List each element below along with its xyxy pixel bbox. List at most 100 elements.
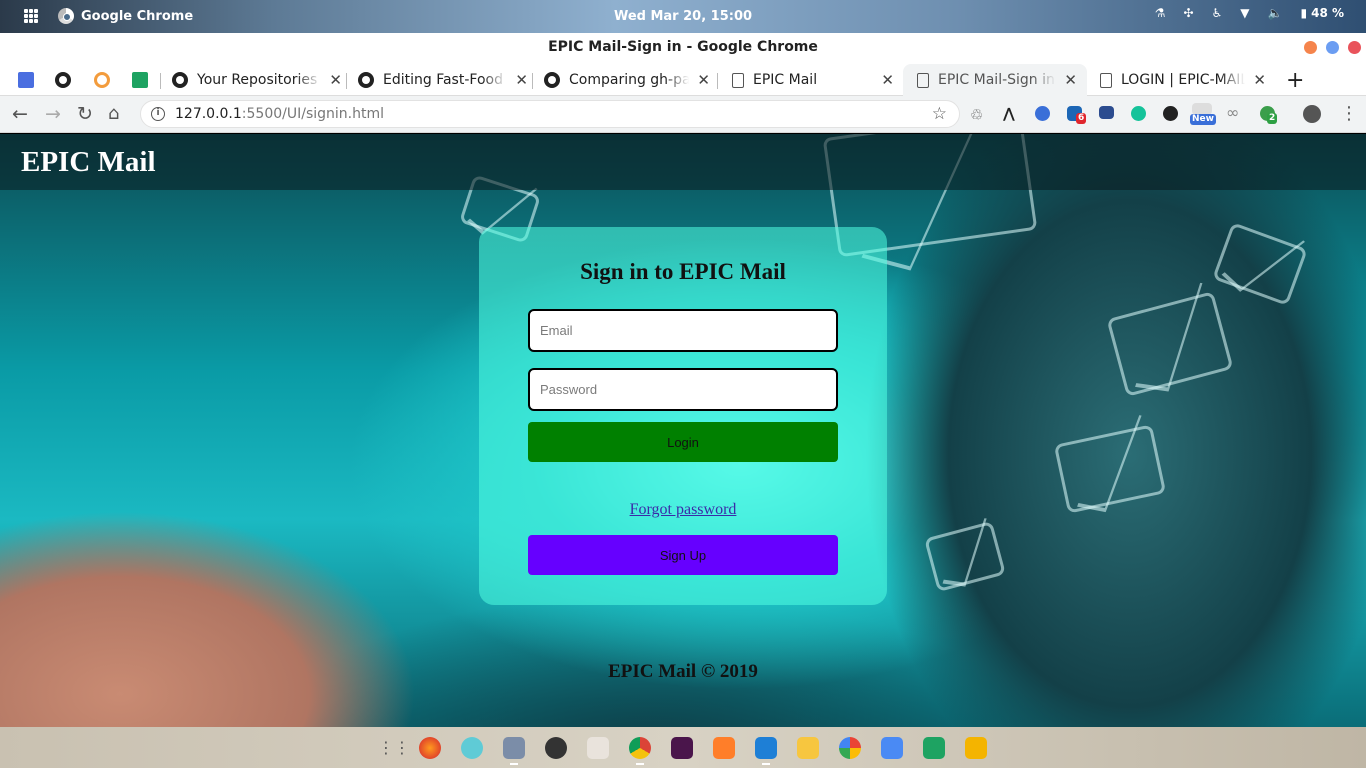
vscode-icon[interactable] xyxy=(755,737,777,765)
envelope-decoration xyxy=(1106,291,1234,397)
page-icon xyxy=(1100,72,1112,88)
tab-epic-mail[interactable]: EPIC Mail ✕ xyxy=(730,64,894,96)
email-field[interactable] xyxy=(528,309,838,352)
mail-icon[interactable] xyxy=(461,737,483,759)
recycle-extension-icon[interactable]: ♲ xyxy=(970,106,983,124)
reload-icon[interactable]: ↻ xyxy=(77,103,93,125)
tab-login-epic-mail[interactable]: LOGIN | EPIC-MAIL ✕ xyxy=(1098,64,1266,96)
tab-pinned-app[interactable] xyxy=(94,64,118,96)
github-icon xyxy=(55,72,71,88)
wave-extension-icon[interactable]: ⋀ xyxy=(1003,106,1015,123)
docs-dock-icon[interactable] xyxy=(881,737,903,759)
browser-toolbar: ← → ↻ ⌂ i 127.0.0.1:5500/UI/signin.html … xyxy=(0,96,1366,133)
tab-close-icon[interactable]: ✕ xyxy=(329,71,342,89)
wifi-icon: ▼ xyxy=(1240,6,1250,20)
photos-icon[interactable] xyxy=(839,737,861,759)
dock: ⋮⋮ xyxy=(0,727,1366,768)
tab-editing-fast-food[interactable]: Editing Fast-Food ✕ xyxy=(358,64,528,96)
slack-icon[interactable] xyxy=(671,737,693,759)
system-tray[interactable]: ⚗ ✣ ♿ ▼ 🔈 ▮ 48 % xyxy=(1155,6,1344,20)
chrome-icon xyxy=(58,8,74,24)
minimize-button[interactable] xyxy=(1304,41,1317,54)
tab-close-icon[interactable]: ✕ xyxy=(697,71,710,89)
green-extension-badge: 2 xyxy=(1267,113,1278,124)
site-info-icon[interactable]: i xyxy=(151,107,165,121)
circle-logo-icon xyxy=(94,72,110,88)
tab-pinned-sheets[interactable] xyxy=(132,64,156,96)
url-path: :5500/UI/signin.html xyxy=(241,106,384,122)
tab-label: Your Repositories xyxy=(197,72,318,88)
window-title-bar: EPIC Mail-Sign in - Google Chrome xyxy=(0,33,1366,61)
slack-tray-icon[interactable]: ✣ xyxy=(1183,6,1193,20)
envelope-decoration xyxy=(1212,222,1308,306)
tab-pinned-github[interactable] xyxy=(55,64,79,96)
signup-button[interactable]: Sign Up xyxy=(528,535,838,575)
password-field[interactable] xyxy=(528,368,838,411)
forward-icon[interactable]: → xyxy=(45,103,61,125)
signin-title: Sign in to EPIC Mail xyxy=(580,259,786,284)
tab-close-icon[interactable]: ✕ xyxy=(1064,71,1077,89)
home-icon[interactable]: ⌂ xyxy=(108,103,119,125)
tab-separator xyxy=(717,73,718,89)
tab-close-icon[interactable]: ✕ xyxy=(1253,71,1266,89)
docs-icon xyxy=(18,72,34,88)
site-brand[interactable]: EPIC Mail xyxy=(21,146,156,179)
forgot-password-link[interactable]: Forgot password xyxy=(479,501,887,519)
envelope-decoration xyxy=(1053,424,1167,514)
tab-pinned-docs[interactable] xyxy=(18,64,42,96)
bookmark-star-icon[interactable]: ☆ xyxy=(932,104,947,124)
green-extension-icon[interactable]: 2 xyxy=(1260,106,1278,124)
activities-grid-icon[interactable] xyxy=(24,9,38,23)
linkedin-extension-icon[interactable]: 6 xyxy=(1067,106,1087,124)
login-button[interactable]: Login xyxy=(528,422,838,462)
sublime-icon[interactable] xyxy=(713,737,735,759)
grammarly-extension-icon[interactable] xyxy=(1131,106,1146,121)
tab-label: EPIC Mail xyxy=(753,72,818,88)
sheets-dock-icon[interactable] xyxy=(923,737,945,759)
page-viewport: EPIC Mail Sign in to EPIC Mail Login For… xyxy=(0,134,1366,727)
tab-label: Editing Fast-Food xyxy=(383,72,503,88)
blue-globe-extension-icon[interactable] xyxy=(1035,106,1050,121)
slides-dock-icon[interactable] xyxy=(965,737,987,759)
tab-label: Comparing gh-pa xyxy=(569,72,690,88)
maximize-button[interactable] xyxy=(1326,41,1339,54)
window-title: EPIC Mail-Sign in - Google Chrome xyxy=(548,39,818,55)
chrome-menu-icon[interactable]: ⋮ xyxy=(1340,103,1358,125)
tab-close-icon[interactable]: ✕ xyxy=(881,71,894,89)
page-icon xyxy=(732,72,744,88)
close-window-button[interactable] xyxy=(1348,41,1361,54)
battery-percent: 48 % xyxy=(1311,6,1344,20)
active-app-menu[interactable]: Google Chrome xyxy=(58,8,193,24)
accessibility-icon[interactable]: ♿ xyxy=(1212,6,1223,20)
tab-label: EPIC Mail-Sign in xyxy=(938,72,1055,88)
screenshot-icon[interactable] xyxy=(545,737,567,759)
profile-avatar[interactable] xyxy=(1303,105,1321,123)
chrome-dock-icon[interactable] xyxy=(629,737,651,765)
tab-your-repositories[interactable]: Your Repositories ✕ xyxy=(172,64,342,96)
back-icon[interactable]: ← xyxy=(12,103,28,125)
firefox-icon[interactable] xyxy=(419,737,441,759)
notes-icon[interactable] xyxy=(797,737,819,759)
show-apps-icon[interactable]: ⋮⋮ xyxy=(378,737,410,759)
tab-epic-mail-sign-in[interactable]: EPIC Mail-Sign in ✕ xyxy=(903,64,1087,96)
linkedin-badge: 6 xyxy=(1076,113,1087,124)
news-extension-icon[interactable]: New xyxy=(1190,103,1216,125)
battery-icon: ▮ xyxy=(1300,6,1308,20)
tab-comparing[interactable]: Comparing gh-pa ✕ xyxy=(544,64,710,96)
envelope-decoration xyxy=(924,520,1006,593)
flask-icon[interactable]: ⚗ xyxy=(1155,6,1166,20)
files-icon[interactable] xyxy=(503,737,525,765)
site-footer: EPIC Mail © 2019 xyxy=(608,661,758,682)
video-recorder-icon[interactable] xyxy=(587,737,609,759)
page-icon xyxy=(917,72,929,88)
tab-separator xyxy=(532,73,533,89)
site-header: EPIC Mail xyxy=(0,134,1366,190)
tab-close-icon[interactable]: ✕ xyxy=(515,71,528,89)
github-extension-icon[interactable] xyxy=(1163,106,1178,121)
address-bar[interactable]: i 127.0.0.1:5500/UI/signin.html ☆ xyxy=(140,100,960,128)
active-app-name: Google Chrome xyxy=(81,8,194,24)
infinity-extension-icon[interactable]: ∞ xyxy=(1226,103,1239,122)
signin-card: Sign in to EPIC Mail Login Forgot passwo… xyxy=(479,227,887,605)
briefcase-extension-icon[interactable] xyxy=(1099,106,1114,119)
new-tab-button[interactable]: + xyxy=(1286,64,1306,96)
